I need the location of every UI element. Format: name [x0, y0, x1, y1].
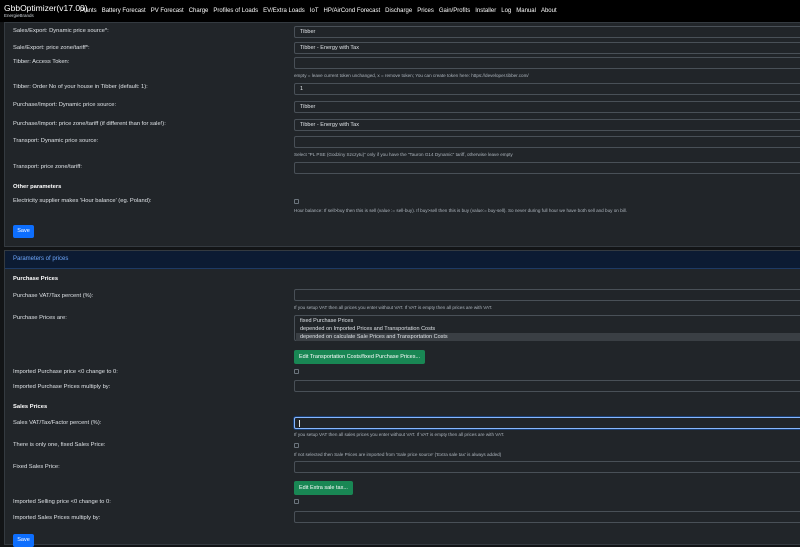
- imported-purchase-multiply-input[interactable]: [294, 380, 800, 392]
- sales-source-label: Sales/Export: Dynamic price source*:: [13, 28, 109, 34]
- nav-charge[interactable]: Charge: [189, 8, 209, 14]
- transport-hint: Select "PL PSE (Godziny Szczytu)" only i…: [294, 152, 513, 157]
- transport-zone-select[interactable]: [294, 162, 800, 174]
- purchase-zone-select[interactable]: Tibber - Energy with Tax: [294, 119, 800, 131]
- nav-battery-forecast[interactable]: Battery Forecast: [102, 8, 146, 14]
- price-parameters-card: Parameters of prices Purchase Prices Pur…: [4, 250, 800, 547]
- edit-extra-sale-tax-button[interactable]: Edit Extra sale tax...: [294, 481, 353, 495]
- save-button[interactable]: Save: [13, 225, 34, 238]
- imported-selling-zero-label: Imported Selling price <0 change to 0:: [13, 499, 111, 505]
- purchase-option[interactable]: depended on Imported Prices and Transpor…: [296, 325, 800, 333]
- hour-balance-hint: Hour balance: If sell>buy then this is s…: [294, 208, 627, 213]
- token-hint: empty = leave current token unchanged, x…: [294, 73, 529, 78]
- text-caret: [299, 420, 300, 427]
- nav-hp-aircond-forecast[interactable]: HP/AirCond Forecast: [323, 8, 380, 14]
- nav-iot[interactable]: IoT: [310, 8, 319, 14]
- tariff-settings-card: Sales/Export: Dynamic price source*: Tib…: [4, 22, 800, 247]
- nav-pv-forecast[interactable]: PV Forecast: [151, 8, 184, 14]
- transport-zone-label: Transport: price zone/tariff:: [13, 164, 82, 170]
- token-input[interactable]: [294, 57, 800, 69]
- nav-about[interactable]: About: [541, 8, 557, 14]
- nav-manual[interactable]: Manual: [516, 8, 536, 14]
- purchase-source-label: Purchase/Import: Dynamic price source:: [13, 102, 117, 108]
- purchase-option-selected[interactable]: depended on calculate Sale Prices and Tr…: [296, 333, 800, 341]
- purchase-prices-listbox[interactable]: fixed Purchase Prices depended on Import…: [294, 315, 800, 341]
- fixed-sales-price-label: Fixed Sales Price:: [13, 464, 60, 470]
- nav-discharge[interactable]: Discharge: [385, 8, 412, 14]
- sales-vat-label: Sales VAT/Tax/Factor percent (%):: [13, 420, 102, 426]
- purchase-source-select[interactable]: Tibber: [294, 101, 800, 113]
- edit-transport-costs-button[interactable]: Edit Transportation Costs/fixed Purchase…: [294, 350, 426, 364]
- purchase-vat-label: Purchase VAT/Tax percent (%):: [13, 293, 94, 299]
- sales-source-select[interactable]: Tibber: [294, 26, 800, 38]
- nav-installer[interactable]: Installer: [475, 8, 496, 14]
- purchase-vat-input[interactable]: [294, 289, 800, 301]
- transport-source-select[interactable]: [294, 136, 800, 148]
- card-header[interactable]: Parameters of prices: [5, 251, 800, 269]
- nav-plants[interactable]: Plants: [80, 8, 97, 14]
- purchase-zone-label: Purchase/Import: price zone/tariff (if d…: [13, 121, 166, 127]
- top-navbar: GbbOptimizer(v17.00) EnergieBrands Plant…: [0, 0, 800, 22]
- order-label: Tibber: Order No of your house in Tibber…: [13, 84, 148, 90]
- order-input[interactable]: 1: [294, 83, 800, 95]
- one-fixed-sales-hint: If not selected then Sale Prices are imp…: [294, 452, 502, 457]
- token-label: Tibber: Access Token:: [13, 59, 70, 65]
- purchase-prices-heading: Purchase Prices: [13, 276, 59, 282]
- one-fixed-sales-label: There is only one, fixed Sales Price:: [13, 442, 106, 448]
- nav-log[interactable]: Log: [501, 8, 511, 14]
- sales-vat-hint: If you setup VAT then all sales prices y…: [294, 432, 505, 437]
- hour-balance-label: Electricity supplier makes 'Hour balance…: [13, 198, 152, 204]
- imported-purchase-multiply-label: Imported Purchase Prices multiply by:: [13, 384, 111, 390]
- nav-gain-profits[interactable]: Gain/Profits: [439, 8, 470, 14]
- imported-selling-zero-checkbox[interactable]: [294, 499, 299, 504]
- app-subtitle: EnergieBrands: [4, 13, 34, 18]
- sales-vat-input[interactable]: [294, 417, 800, 429]
- card-header-title[interactable]: Parameters of prices: [13, 256, 68, 262]
- sales-zone-select[interactable]: Tibber - Energy with Tax: [294, 42, 800, 54]
- one-fixed-sales-checkbox[interactable]: [294, 443, 299, 448]
- sales-zone-label: Sale/Export: price zone/tariff*:: [13, 45, 90, 51]
- imported-sales-multiply-input[interactable]: [294, 511, 800, 523]
- transport-source-label: Transport: Dynamic price source:: [13, 138, 99, 144]
- sales-prices-heading: Sales Prices: [13, 404, 48, 410]
- purchase-prices-are-label: Purchase Prices are:: [13, 315, 67, 321]
- nav-profiles-of-loads[interactable]: Profiles of Loads: [213, 8, 258, 14]
- nav-ev-extra-loads[interactable]: EV/Extra Loads: [263, 8, 305, 14]
- imported-sales-multiply-label: Imported Sales Prices multiply by:: [13, 515, 101, 521]
- save-button[interactable]: Save: [13, 534, 34, 547]
- purchase-vat-hint: If you setup VAT then all prices you ent…: [294, 305, 493, 310]
- purchase-option[interactable]: fixed Purchase Prices: [296, 317, 800, 325]
- other-parameters-heading: Other parameters: [13, 184, 62, 190]
- imported-purchase-zero-checkbox[interactable]: [294, 369, 299, 374]
- main-nav: Plants Battery Forecast PV Forecast Char…: [80, 8, 557, 14]
- nav-prices[interactable]: Prices: [417, 8, 434, 14]
- hour-balance-checkbox[interactable]: [294, 199, 299, 204]
- imported-purchase-zero-label: Imported Purchase price <0 change to 0:: [13, 369, 118, 375]
- fixed-sales-price-input[interactable]: [294, 461, 800, 473]
- app-title[interactable]: GbbOptimizer(v17.00): [4, 3, 88, 13]
